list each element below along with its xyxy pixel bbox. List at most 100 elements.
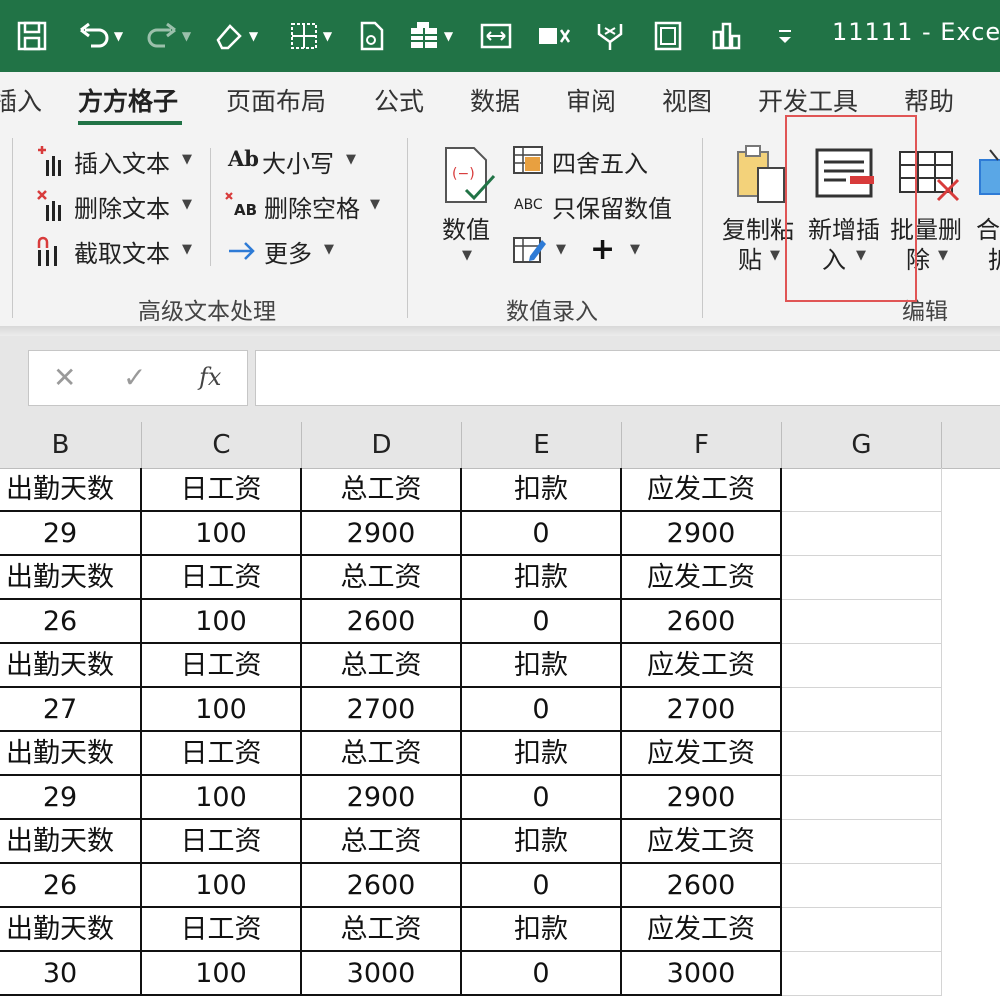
more-button[interactable]: 更多 ▼ [226,234,336,270]
cell-b[interactable]: 出勤天数 [0,644,142,688]
border-icon[interactable]: ▼ [282,14,338,58]
cell-d[interactable]: 总工资 [302,732,462,776]
column-header-g[interactable]: G [782,422,942,468]
cell-d[interactable]: 总工资 [302,468,462,512]
cell-e[interactable]: 0 [462,864,622,908]
cell-f[interactable]: 2700 [622,688,782,732]
cell-d[interactable]: 总工资 [302,556,462,600]
cell-e[interactable]: 扣款 [462,556,622,600]
tab-developer[interactable]: 开发工具 [758,82,858,118]
cell-c[interactable]: 日工资 [142,644,302,688]
cell-c[interactable]: 100 [142,952,302,996]
cell-f[interactable]: 应发工资 [622,556,782,600]
fit-icon[interactable] [476,14,516,58]
cell-c[interactable]: 100 [142,512,302,556]
table-icon[interactable]: ▼ [400,14,460,58]
cell-g[interactable] [782,468,942,512]
cell-g[interactable] [782,644,942,688]
tab-view[interactable]: 视图 [662,82,712,118]
chart-icon[interactable] [706,14,746,58]
eraser-icon[interactable]: ▼ [206,14,264,58]
cell-c[interactable]: 100 [142,776,302,820]
cell-e[interactable]: 0 [462,688,622,732]
cell-g[interactable] [782,688,942,732]
redo-icon[interactable]: ▼ [140,14,196,58]
function-icon[interactable]: fx [199,363,221,391]
cell-g[interactable] [782,776,942,820]
numeric-button[interactable]: (−) 数值 ▼ [436,144,500,274]
round-button[interactable]: 四舍五入 [512,144,662,180]
tab-help[interactable]: 帮助 [904,82,954,118]
tab-page-layout[interactable]: 页面布局 [226,82,326,118]
cell-f[interactable]: 2600 [622,600,782,644]
cell-f[interactable]: 应发工资 [622,820,782,864]
tab-formulas[interactable]: 公式 [374,82,424,118]
cell-e[interactable]: 0 [462,512,622,556]
cell-b[interactable]: 出勤天数 [0,556,142,600]
cell-e[interactable]: 扣款 [462,644,622,688]
format-icon[interactable] [354,14,390,58]
cell-g[interactable] [782,908,942,952]
cell-d[interactable]: 3000 [302,952,462,996]
cell-b[interactable]: 出勤天数 [0,820,142,864]
tab-data[interactable]: 数据 [470,82,520,118]
add-button[interactable]: + ▼ [590,232,646,270]
merge-icon[interactable] [590,14,630,58]
column-header-e[interactable]: E [462,422,622,468]
cell-d[interactable]: 2900 [302,512,462,556]
cell-b[interactable]: 出勤天数 [0,732,142,776]
cell-g[interactable] [782,864,942,908]
cell-e[interactable]: 扣款 [462,468,622,512]
cell-d[interactable]: 总工资 [302,908,462,952]
column-header-b[interactable]: B [0,422,142,468]
cell-c[interactable]: 日工资 [142,732,302,776]
cell-c[interactable]: 100 [142,864,302,908]
cell-d[interactable]: 总工资 [302,820,462,864]
cell-f[interactable]: 应发工资 [622,732,782,776]
case-button[interactable]: Ab 大小写 ▼ [228,144,358,180]
cell-g[interactable] [782,556,942,600]
cell-b[interactable]: 29 [0,512,142,556]
cell-e[interactable]: 0 [462,776,622,820]
cell-d[interactable]: 2600 [302,600,462,644]
cell-f[interactable]: 应发工资 [622,908,782,952]
insert-text-button[interactable]: 插入文本 ▼ [36,144,196,180]
cell-g[interactable] [782,600,942,644]
cell-f[interactable]: 应发工资 [622,468,782,512]
cell-d[interactable]: 2900 [302,776,462,820]
cell-f[interactable]: 2900 [622,776,782,820]
cell-g[interactable] [782,512,942,556]
cell-f[interactable]: 2600 [622,864,782,908]
cell-b[interactable]: 出勤天数 [0,908,142,952]
delete-text-button[interactable]: 删除文本 ▼ [36,189,196,225]
merge-split-button[interactable]: 合 拆 [974,142,1000,282]
grid-icon[interactable] [648,14,688,58]
cell-e[interactable]: 扣款 [462,820,622,864]
cell-c[interactable]: 日工资 [142,468,302,512]
cell-g[interactable] [782,952,942,996]
keep-numbers-button[interactable]: ABC 只保留数值 [514,189,684,225]
tab-insert[interactable]: 插入 [0,82,42,118]
cell-c[interactable]: 日工资 [142,820,302,864]
extract-text-button[interactable]: 截取文本 ▼ [36,234,196,270]
cell-e[interactable]: 扣款 [462,908,622,952]
cell-c[interactable]: 日工资 [142,556,302,600]
cell-f[interactable]: 3000 [622,952,782,996]
cell-e[interactable]: 0 [462,952,622,996]
cell-b[interactable]: 30 [0,952,142,996]
cell-e[interactable]: 0 [462,600,622,644]
cell-b[interactable]: 26 [0,864,142,908]
cell-g[interactable] [782,732,942,776]
customize-icon[interactable] [770,14,800,58]
cell-g[interactable] [782,820,942,864]
tab-review[interactable]: 审阅 [566,82,616,118]
cell-d[interactable]: 2600 [302,864,462,908]
cell-e[interactable]: 扣款 [462,732,622,776]
cell-b[interactable]: 26 [0,600,142,644]
cell-c[interactable]: 日工资 [142,908,302,952]
formula-input[interactable] [255,350,1000,406]
column-header-c[interactable]: C [142,422,302,468]
confirm-icon[interactable]: ✓ [123,361,146,394]
tab-fangfanggezi[interactable]: 方方格子 [78,82,178,118]
save-icon[interactable] [12,14,52,58]
